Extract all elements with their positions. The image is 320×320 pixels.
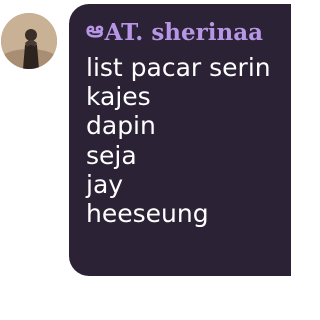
sender-prefix-glyph: ఆ	[86, 16, 104, 43]
sender-name-text: AT. sherinaa	[104, 18, 264, 46]
message-bubble[interactable]: ఆ AT. sherinaa list pacar serin kajes da…	[69, 4, 291, 276]
message-line: seja	[86, 140, 137, 170]
avatar[interactable]	[1, 13, 57, 69]
message-line: jay	[86, 169, 124, 199]
message-line: kajes	[86, 82, 151, 112]
sender-name[interactable]: ఆ AT. sherinaa	[86, 16, 291, 48]
message-text: list pacar serin kajes dapin seja jay he…	[86, 53, 291, 228]
message-line: list pacar serin	[86, 53, 271, 82]
avatar-photo	[1, 13, 57, 69]
message-line: heeseung	[86, 199, 209, 229]
message-line: dapin	[86, 111, 156, 141]
